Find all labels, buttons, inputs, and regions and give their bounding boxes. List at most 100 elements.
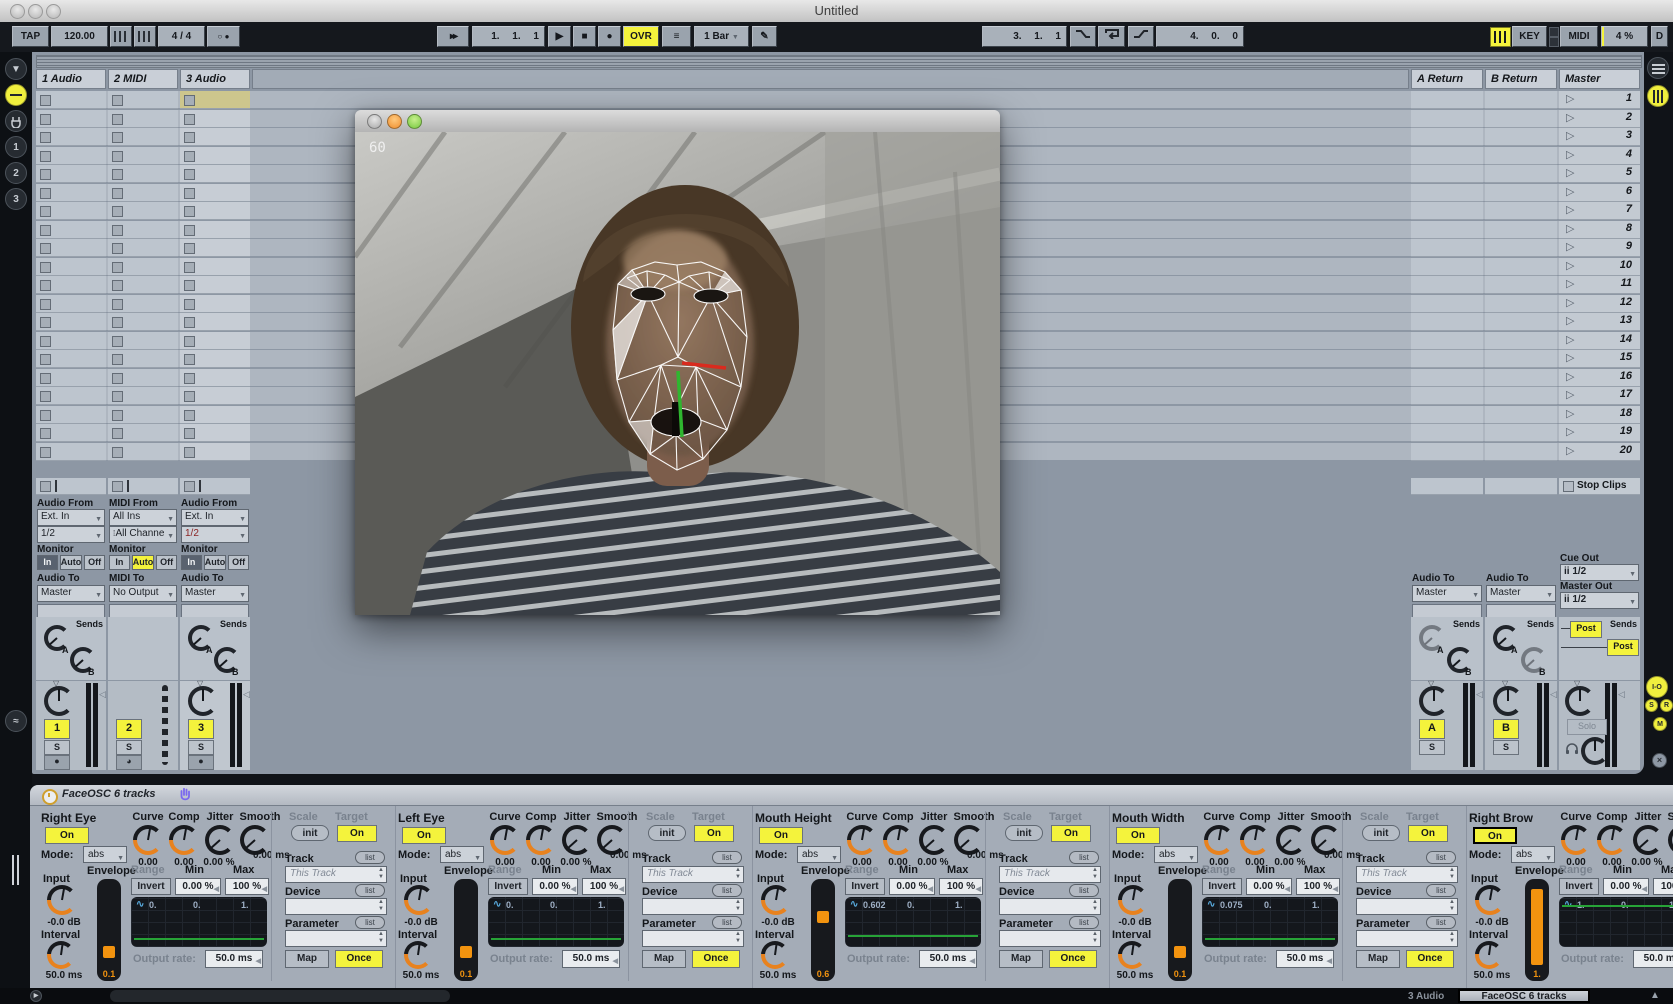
device-select[interactable]: ▲▼ [642,898,744,915]
module-on-button[interactable]: On [1116,827,1160,844]
play-button[interactable]: ▶ [548,26,571,47]
tempo-field[interactable]: 120.00 [51,26,108,47]
file-browser-2-icon[interactable]: 2 [5,162,27,184]
overdub-button[interactable]: OVR [623,26,659,47]
comp-knob[interactable] [1597,825,1627,855]
invert-button[interactable]: Invert [131,878,171,895]
arm-button[interactable]: ● [44,755,70,770]
track-list-button[interactable]: list [355,851,385,864]
comp-knob[interactable] [526,825,556,855]
solo-button[interactable]: S [1493,740,1519,755]
min-value-box[interactable]: 0.00 % [175,878,221,895]
back-to-arrangement-button[interactable]: ≡ [662,26,691,47]
comp-knob[interactable] [169,825,199,855]
file-browser-3-icon[interactable]: 3 [5,188,27,210]
parameter-list-button[interactable]: list [712,916,742,929]
input-channel-select[interactable]: 1/2 [181,526,249,543]
interval-knob[interactable] [1475,941,1503,969]
map-button[interactable]: Map [642,950,686,968]
invert-button[interactable]: Invert [1202,878,1242,895]
status-play-icon[interactable]: ▶ [30,990,42,1002]
tap-tempo-button[interactable]: TAP [12,26,49,47]
close-detail-icon[interactable]: × [1652,753,1667,768]
pan-knob[interactable] [188,686,218,716]
cue-volume-knob[interactable] [1581,737,1609,765]
track-activator[interactable]: 3 [188,719,214,739]
comp-knob[interactable] [883,825,913,855]
quantization-menu[interactable]: 1 Bar ▼ [694,26,749,47]
device-activator-icon[interactable] [42,789,58,805]
target-on-button[interactable]: On [1408,825,1448,842]
device-list-button[interactable]: list [1069,884,1099,897]
mode-select[interactable]: abs [1154,846,1198,863]
input-channel-select[interactable]: ⁞ All Channe [109,526,177,543]
solo-button[interactable]: S [44,740,70,755]
map-button[interactable]: Map [1356,950,1400,968]
solo-button[interactable]: S [116,740,142,755]
jitter-knob[interactable] [205,825,235,855]
jitter-knob[interactable] [562,825,592,855]
send-a-prepost-toggle[interactable]: Post [1570,621,1602,638]
parameter-list-button[interactable]: list [355,916,385,929]
arm-button[interactable]: ◕ [116,755,142,770]
curve-knob[interactable] [133,825,163,855]
target-on-button[interactable]: On [1051,825,1091,842]
output-type-select[interactable]: Master [1486,585,1556,602]
max-value-box[interactable]: 100 % [1653,878,1673,895]
input-knob[interactable] [404,885,434,915]
parameter-select[interactable]: ▲▼ [999,930,1101,947]
empty-track-area[interactable] [252,69,1409,89]
punch-out-button[interactable] [1128,26,1154,47]
monitor-auto-button[interactable]: Auto [132,555,155,570]
hide-browser-icon[interactable]: ▼ [5,58,27,80]
module-on-button[interactable]: On [45,827,89,844]
show-mixer-toggle[interactable]: M [1653,717,1667,731]
min-value-box[interactable]: 0.00 % [532,878,578,895]
invert-button[interactable]: Invert [845,878,885,895]
jitter-knob[interactable] [1633,825,1663,855]
loop-button[interactable] [1098,26,1125,47]
output-rate-box[interactable]: 50.0 ms [1276,950,1334,968]
invert-button[interactable]: Invert [488,878,528,895]
monitor-auto-button[interactable]: Auto [204,555,227,570]
solo-button[interactable]: S [1419,740,1445,755]
input-type-select[interactable]: Ext. In [181,509,249,526]
overview-strip[interactable] [36,55,1642,68]
smooth-knob[interactable] [1668,825,1673,855]
device-browser-icon[interactable] [5,84,27,106]
pan-knob[interactable] [1565,686,1595,716]
monitor-off-button[interactable]: Off [156,555,177,570]
monitor-in-button[interactable]: In [37,555,58,570]
loop-length-field[interactable]: 4. 0. 0 [1156,26,1244,47]
device-handle[interactable] [12,855,14,885]
record-button[interactable]: ● [598,26,621,47]
monitor-off-button[interactable]: Off [84,555,105,570]
max-value-box[interactable]: 100 % [582,878,626,895]
output-rate-box[interactable]: 50.0 ms [919,950,977,968]
jitter-knob[interactable] [919,825,949,855]
output-rate-box[interactable]: 50.0 ms [562,950,620,968]
midi-map-button[interactable]: MIDI [1560,26,1598,47]
output-rate-box[interactable]: 50.0 ms [1633,950,1673,968]
invert-button[interactable]: Invert [1559,878,1599,895]
device-list-button[interactable]: list [355,884,385,897]
interval-knob[interactable] [404,941,432,969]
monitor-off-button[interactable]: Off [228,555,249,570]
master-out-select[interactable]: ii 1/2 [1560,592,1639,609]
module-on-button[interactable]: On [1473,827,1517,844]
nudge-up-button[interactable] [134,26,156,47]
faceosc-window[interactable]: 60 [355,110,1000,615]
punch-in-button[interactable] [1070,26,1096,47]
mode-select[interactable]: abs [83,846,127,863]
min-value-box[interactable]: 0.00 % [1603,878,1649,895]
min-value-box[interactable]: 0.00 % [1246,878,1292,895]
device-list-button[interactable]: list [1426,884,1456,897]
max-value-box[interactable]: 100 % [225,878,269,895]
curve-knob[interactable] [1204,825,1234,855]
output-rate-box[interactable]: 50.0 ms [205,950,263,968]
master-solo-button[interactable]: Solo [1567,719,1607,735]
pan-knob[interactable] [1419,686,1449,716]
input-knob[interactable] [761,885,791,915]
interval-knob[interactable] [1118,941,1146,969]
groove-pool-icon[interactable]: ≈ [5,710,27,732]
